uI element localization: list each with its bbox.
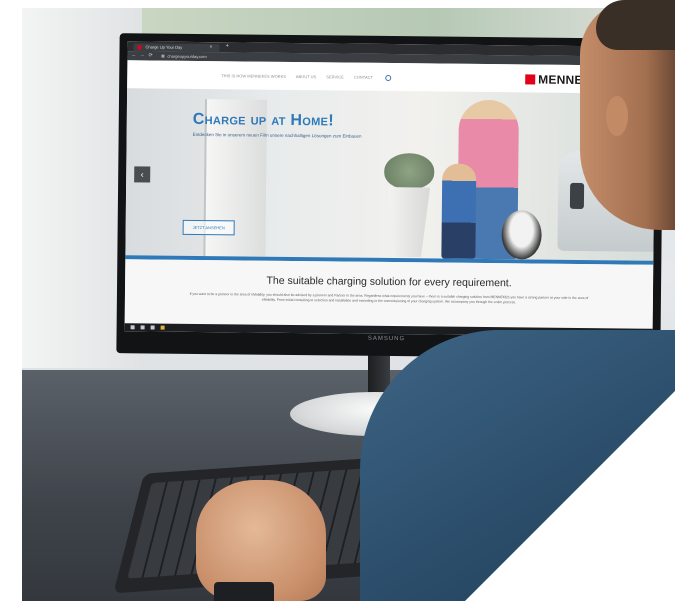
search-taskbar-icon[interactable]: [140, 325, 145, 330]
hero-boy: [441, 163, 477, 259]
hero-banner: Charge up at Home! Entdecken Sie in unse…: [125, 88, 656, 261]
start-icon[interactable]: [130, 325, 135, 330]
reload-icon[interactable]: ⟳: [148, 52, 152, 58]
back-icon[interactable]: ←: [131, 52, 136, 58]
nav-service[interactable]: SERVICE: [326, 74, 344, 79]
monitor-brand-label: SAMSUNG: [367, 335, 406, 343]
photo: Charge Up Your Day × + ← → ⟳ chargeupyou…: [0, 0, 675, 601]
nav-how-it-works[interactable]: THIS IS HOW MENNEKES WORKS: [221, 73, 286, 79]
forward-icon[interactable]: →: [139, 52, 144, 58]
hero-plant: [384, 152, 435, 190]
nav-about-us[interactable]: ABOUT US: [296, 74, 316, 79]
corner-cutout: [465, 391, 675, 601]
section-headline: The suitable charging solution for every…: [266, 274, 512, 290]
watch-now-button[interactable]: JETZT ANSEHEN: [182, 219, 235, 236]
monitor-brand: SAMSUNG: [346, 336, 426, 347]
man-hair: [596, 0, 675, 50]
task-view-icon[interactable]: [150, 325, 155, 330]
new-tab-icon[interactable]: +: [226, 43, 230, 49]
lock-icon: [161, 54, 165, 58]
wristwatch: [214, 582, 274, 601]
url-field[interactable]: chargeupyourday.com: [167, 53, 206, 58]
hero-title: Charge up at Home!: [192, 110, 334, 130]
slider-prev-icon[interactable]: ‹: [134, 166, 151, 183]
tab-close-icon[interactable]: ×: [210, 44, 213, 50]
monitor-screen: Charge Up Your Day × + ← → ⟳ chargeupyou…: [124, 41, 656, 337]
favicon-icon: [137, 45, 142, 50]
nav-contact[interactable]: CONTACT: [354, 75, 373, 80]
hero-wallbox: [569, 182, 585, 210]
folder-icon[interactable]: [160, 325, 165, 330]
logo-mark-icon: [525, 74, 536, 85]
site-nav: THIS IS HOW MENNEKES WORKS ABOUT US SERV…: [221, 73, 400, 82]
section-paragraph: If you want to be a pioneer in the area …: [189, 291, 589, 305]
hero-plant-pot: [387, 187, 430, 257]
content-section: The suitable charging solution for every…: [124, 259, 654, 329]
search-icon[interactable]: [385, 74, 392, 82]
hero-dog: [501, 210, 542, 260]
tab-title: Charge Up Your Day: [145, 44, 183, 50]
man-ear: [606, 96, 628, 136]
